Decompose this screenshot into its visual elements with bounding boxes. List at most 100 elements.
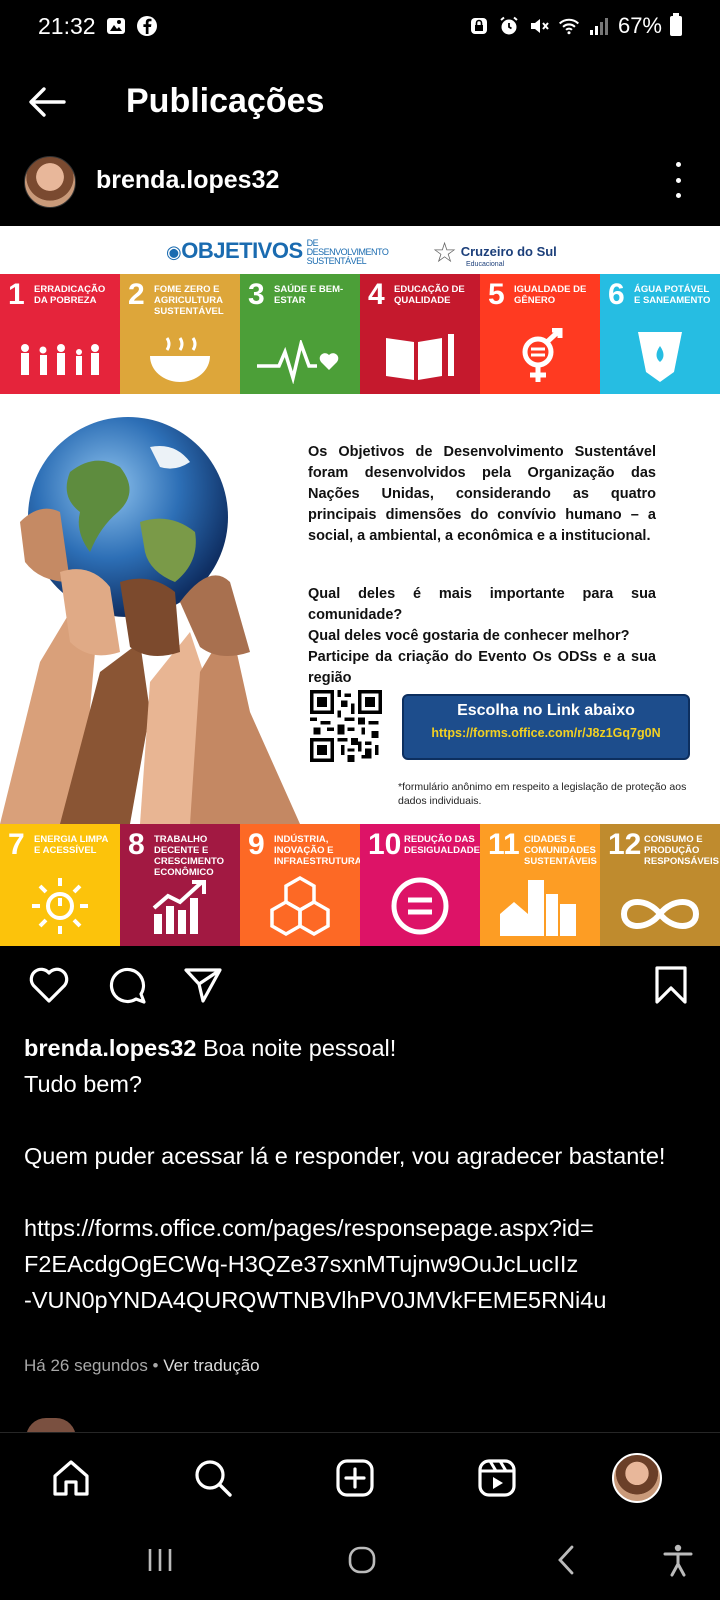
save-button[interactable]	[648, 962, 694, 1008]
nav-reels[interactable]	[472, 1453, 522, 1503]
question-3: Participe da criação do Evento Os ODSs e…	[308, 649, 656, 686]
facebook-notification-icon	[136, 15, 158, 37]
post-time: Há 26 segundos	[24, 1356, 148, 1375]
like-button[interactable]	[26, 962, 72, 1008]
ods-number: 1	[8, 278, 25, 311]
question-1: Qual deles é mais importante para sua co…	[308, 586, 656, 623]
recent-apps-button[interactable]	[140, 1542, 180, 1578]
ods-icon	[257, 340, 339, 384]
home-circle-icon	[348, 1546, 376, 1574]
ods-icon	[391, 877, 449, 935]
ods-tile-11: 11 CIDADES E COMUNIDADES SUSTENTÁVEIS	[480, 824, 600, 946]
ods-icon	[500, 880, 576, 936]
question-2: Qual deles você gostaria de conhecer mel…	[308, 628, 630, 644]
page-title: Publicações	[126, 82, 325, 120]
ods-number: 4	[368, 278, 385, 311]
accessibility-button[interactable]	[658, 1542, 698, 1578]
system-nav-bar	[0, 1522, 720, 1600]
ods-tiles-top: 1 ERRADICAÇÃO DA POBREZA 2 FOME ZERO E AGRI…	[0, 274, 720, 394]
add-post-icon	[336, 1459, 374, 1497]
ods-tile-8: 8 TRABALHO DECENTE E CRESCIMENTO ECONÔMIC…	[120, 824, 240, 946]
ods-number: 7	[8, 828, 25, 861]
caption-line-2: Tudo bem?	[24, 1071, 143, 1097]
signal-icon	[588, 15, 610, 37]
image-header: ◉OBJETIVOS DE DESENVOLVIMENTO SUSTENTÁVEL…	[0, 226, 720, 274]
caption-line-1: Boa noite pessoal!	[202, 1035, 397, 1061]
ods-tile-1: 1 ERRADICAÇÃO DA POBREZA	[0, 274, 120, 394]
ods-label: CIDADES E COMUNIDADES SUSTENTÁVEIS	[524, 834, 597, 867]
ods-tile-6: 6 ÁGUA POTÁVEL E SANEAMENTO	[600, 274, 720, 394]
search-icon	[195, 1460, 232, 1497]
nav-search[interactable]	[188, 1453, 238, 1503]
home-icon	[53, 1460, 89, 1496]
share-button[interactable]	[180, 962, 226, 1008]
arrow-left-icon	[29, 87, 66, 117]
ods-number: 12	[608, 828, 642, 861]
author-username[interactable]: brenda.lopes32	[96, 166, 279, 195]
app-header: Publicações	[0, 70, 720, 136]
ods-icon	[152, 880, 206, 934]
battery-percent: 67%	[617, 13, 662, 38]
ods-tile-4: 4 EDUCAÇÃO DE QUALIDADE	[360, 274, 480, 394]
alarm-icon	[498, 15, 520, 37]
ods-number: 10	[368, 828, 402, 861]
post-image[interactable]: ◉OBJETIVOS DE DESENVOLVIMENTO SUSTENTÁVEL…	[0, 226, 720, 946]
ods-label: EDUCAÇÃO DE QUALIDADE	[394, 284, 465, 306]
ods-number: 2	[128, 278, 145, 311]
home-system-button[interactable]	[342, 1542, 382, 1578]
ods-label: ENERGIA LIMPA E ACESSÍVEL	[34, 834, 109, 856]
reels-icon	[478, 1459, 516, 1497]
recent-apps-icon	[148, 1549, 172, 1571]
chevron-left-icon	[558, 1545, 574, 1575]
ods-icon	[32, 878, 88, 934]
nav-home[interactable]	[46, 1453, 96, 1503]
author-avatar[interactable]	[24, 156, 76, 208]
ods-tile-2: 2 FOME ZERO E AGRICULTURA SUSTENTÁVEL	[120, 274, 240, 394]
ods-questions: Qual deles é mais importante para sua co…	[308, 584, 656, 689]
cruzeiro-logo: ☆ Cruzeiro do Sul Educacional	[432, 237, 557, 268]
comment-button[interactable]	[104, 962, 150, 1008]
more-options-button[interactable]	[672, 162, 684, 198]
privacy-note: *formulário anônimo em respeito a legisl…	[398, 781, 687, 807]
ods-icon	[270, 875, 330, 936]
send-icon	[184, 968, 222, 1003]
lock-screen-icon	[468, 15, 490, 37]
ods-tile-3: 3 SAÚDE E BEM-ESTAR	[240, 274, 360, 394]
post-header: brenda.lopes32	[0, 152, 720, 212]
translate-link[interactable]: Ver tradução	[163, 1356, 259, 1375]
back-system-button[interactable]	[546, 1542, 586, 1578]
post-caption: brenda.lopes32 Boa noite pessoal! Tudo b…	[24, 1030, 700, 1318]
heart-icon	[29, 967, 69, 1003]
ods-number: 8	[128, 828, 145, 861]
ods-number: 11	[488, 828, 520, 861]
ods-number: 5	[488, 278, 505, 311]
ods-label: REDUÇÃO DAS DESIGUALDADES	[404, 834, 480, 856]
ods-tile-9: 9 INDÚSTRIA, INOVAÇÃO E INFRAESTRUTURA	[240, 824, 360, 946]
nav-create[interactable]	[330, 1453, 380, 1503]
ods-icon	[638, 332, 682, 382]
bookmark-icon	[655, 966, 687, 1004]
caption-line-3: Quem puder acessar lá e responder, vou a…	[24, 1143, 666, 1169]
ods-number: 9	[248, 828, 265, 861]
ods-icon	[522, 328, 563, 382]
image-body: Os Objetivos de Desenvolvimento Sustentá…	[0, 394, 720, 824]
qr-code	[310, 690, 382, 762]
gallery-notification-icon	[105, 15, 127, 37]
ods-label: ÁGUA POTÁVEL E SANEAMENTO	[634, 284, 711, 306]
ods-tile-5: 5 IGUALDADE DE GÊNERO	[480, 274, 600, 394]
link-title: Escolha no Link abaixo	[457, 702, 635, 719]
caption-username[interactable]: brenda.lopes32	[24, 1035, 196, 1061]
post-actions	[0, 962, 720, 1012]
back-button[interactable]	[26, 82, 72, 122]
bottom-nav	[0, 1432, 720, 1522]
ods-icon	[150, 337, 210, 382]
ods-tiles-bottom: 7 ENERGIA LIMPA E ACESSÍVEL 8 TRABALHO DECE…	[0, 824, 720, 946]
profile-avatar	[612, 1453, 662, 1503]
ods-tile-12: 12 CONSUMO E PRODUÇÃO RESPONSÁVEIS	[600, 824, 720, 946]
nav-profile[interactable]	[612, 1453, 662, 1503]
ods-tile-10: 10 REDUÇÃO DAS DESIGUALDADES	[360, 824, 480, 946]
ods-label: INDÚSTRIA, INOVAÇÃO E INFRAESTRUTURA	[274, 834, 360, 867]
ods-number: 6	[608, 278, 625, 311]
post-meta: Há 26 segundos • Ver tradução	[24, 1356, 260, 1375]
battery-icon	[670, 13, 682, 36]
